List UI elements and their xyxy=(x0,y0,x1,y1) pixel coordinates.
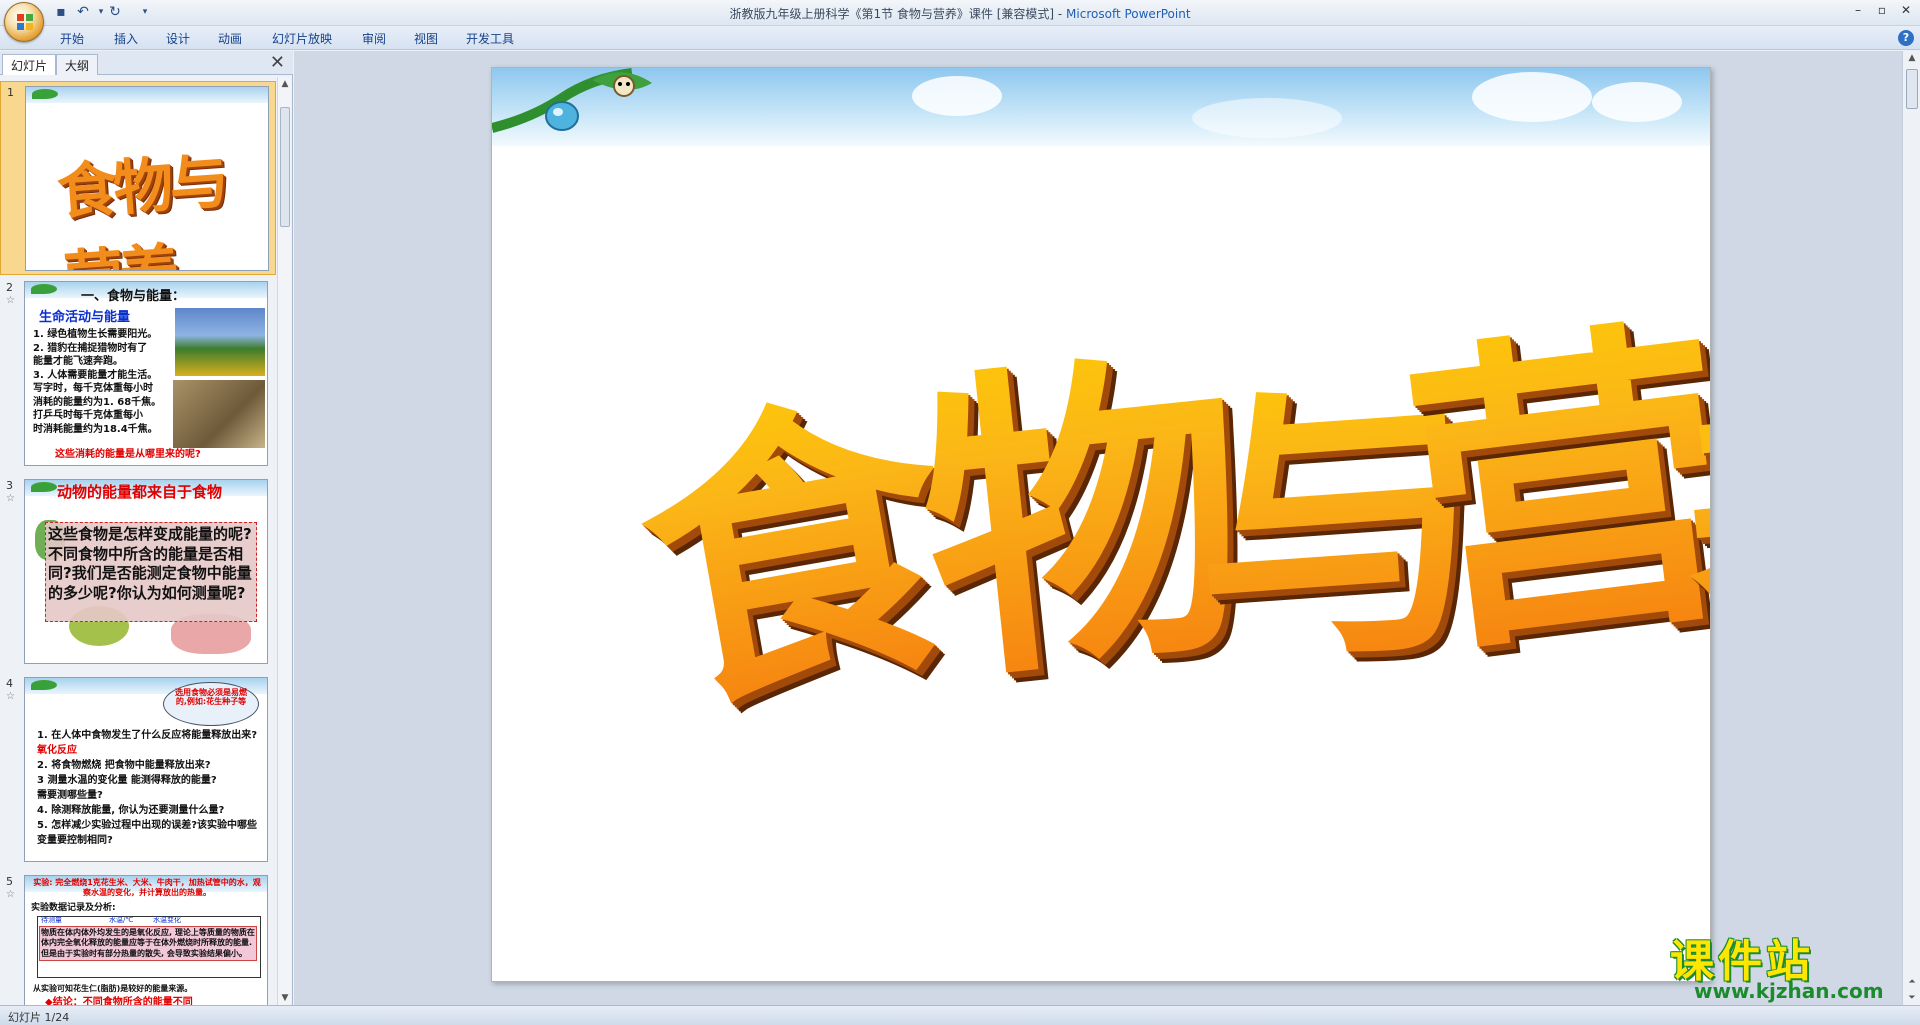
cheetah-photo xyxy=(173,380,265,448)
slide-counter: 幻灯片 1/24 xyxy=(8,1011,70,1024)
thumb-heading: 动物的能量都来自于食物 xyxy=(57,483,223,501)
thumb-top: 实验: 完全燃烧1克花生米、大米、牛肉干，加热试管中的水，观察水温的变化，并计算… xyxy=(33,878,261,897)
thumbnail-title: 食物与营养 xyxy=(55,146,228,270)
animation-star-icon: ☆ xyxy=(6,889,15,900)
thumbnail-image: 动物的能量都来自于食物 这些食物是怎样变成能量的呢?不同食物中所含的能量是否相同… xyxy=(24,479,268,664)
ribbon-tabs: 开始 插入 设计 动画 幻灯片放映 审阅 视图 开发工具 ? xyxy=(0,26,1920,50)
window-title: 浙教版九年级上册科学《第1节 食物与营养》课件 [兼容模式] - Microso… xyxy=(729,7,1191,21)
thumbnail-slide-5[interactable]: 5 ☆ 实验: 完全燃烧1克花生米、大米、牛肉干，加热试管中的水，观察水温的变化… xyxy=(0,871,276,1005)
restore-button[interactable]: ▫ xyxy=(1872,2,1892,20)
thumbnail-list: 1 食物与营养 2 ☆ 一、食物与能量： 生命活动与能量 1. 绿色植物生长需要… xyxy=(0,75,276,1005)
animation-star-icon: ☆ xyxy=(6,295,15,306)
thumb-subheading: 生命活动与能量 xyxy=(39,310,131,325)
previous-slide-icon[interactable]: ⏶ xyxy=(1903,975,1920,989)
slide-number: 4 xyxy=(6,677,13,690)
slide-title[interactable]: 食食食食食食物物物物物物与与与与与与营营营营营营养养养养养养 xyxy=(492,68,1710,981)
tab-insert[interactable]: 插入 xyxy=(114,30,138,47)
thumb-bubble: 选用食物必须是易燃的,例如:花生种子等 xyxy=(163,682,259,726)
thumbnail-image: 选用食物必须是易燃的,例如:花生种子等 1. 在人体中食物发生了什么反应将能量释… xyxy=(24,677,268,862)
status-bar: 幻灯片 1/24 xyxy=(0,1005,1920,1025)
thumb-box: 物质在体内体外均发生的是氧化反应, 理论上等质量的物质在体内完全氧化释放的能量应… xyxy=(39,926,257,962)
thumbnail-slide-1[interactable]: 1 食物与营养 xyxy=(0,81,276,275)
watermark-url: www.kjzhan.com xyxy=(1694,979,1884,1003)
scroll-thumb[interactable] xyxy=(1906,69,1918,109)
tab-animations[interactable]: 动画 xyxy=(218,30,242,47)
pane-tabs: 幻灯片 大纲 ✕ xyxy=(0,51,293,75)
animation-star-icon: ☆ xyxy=(6,493,15,504)
tab-view[interactable]: 视图 xyxy=(414,30,438,47)
help-icon[interactable]: ? xyxy=(1898,30,1914,46)
close-button[interactable]: ✕ xyxy=(1896,2,1916,20)
slide-number: 2 xyxy=(6,281,13,294)
tab-outline[interactable]: 大纲 xyxy=(56,54,99,75)
slides-pane: 幻灯片 大纲 ✕ 1 食物与营养 2 ☆ 一、食物与能量： 生命活动与能量 1. xyxy=(0,51,293,1005)
thumb-heading: 一、食物与能量： xyxy=(81,289,186,304)
animation-star-icon: ☆ xyxy=(6,691,15,702)
thumbnail-scrollbar[interactable]: ▲ ▼ xyxy=(277,77,291,1005)
tab-slideshow[interactable]: 幻灯片放映 xyxy=(272,30,332,47)
thumb-conclusion: ◆结论：不同食物所含的能量不同 xyxy=(45,997,193,1005)
editor-scrollbar[interactable]: ▲ ⏶ ⏷ xyxy=(1902,51,1920,1005)
slide-number: 1 xyxy=(7,86,14,99)
office-button[interactable] xyxy=(4,2,44,42)
scroll-up-icon[interactable]: ▲ xyxy=(1903,51,1920,65)
office-logo-icon xyxy=(17,14,33,30)
minimize-button[interactable]: – xyxy=(1848,2,1868,20)
tab-review[interactable]: 审阅 xyxy=(362,30,386,47)
scroll-thumb[interactable] xyxy=(280,107,290,227)
thumb-footer: 这些消耗的能量是从哪里来的呢? xyxy=(55,449,201,460)
thumbnail-image: 一、食物与能量： 生命活动与能量 1. 绿色植物生长需要阳光。 2. 猎豹在捕捉… xyxy=(24,281,268,466)
close-pane-icon[interactable]: ✕ xyxy=(270,52,285,73)
thumbnail-slide-2[interactable]: 2 ☆ 一、食物与能量： 生命活动与能量 1. 绿色植物生长需要阳光。 2. 猎… xyxy=(0,277,276,473)
thumbnail-image: 实验: 完全燃烧1克花生米、大米、牛肉干，加热试管中的水，观察水温的变化，并计算… xyxy=(24,875,268,1005)
slide-number: 5 xyxy=(6,875,13,888)
next-slide-icon[interactable]: ⏷ xyxy=(1903,991,1920,1005)
thumbnail-slide-4[interactable]: 4 ☆ 选用食物必须是易燃的,例如:花生种子等 1. 在人体中食物发生了什么反应… xyxy=(0,673,276,869)
thumbnail-image: 食物与营养 xyxy=(25,86,269,271)
current-slide[interactable]: 食食食食食食物物物物物物与与与与与与营营营营营营养养养养养养 xyxy=(491,67,1711,982)
thumbnail-slide-3[interactable]: 3 ☆ 动物的能量都来自于食物 这些食物是怎样变成能量的呢?不同食物中所含的能量… xyxy=(0,475,276,671)
title-glyph: 营 xyxy=(1380,215,1710,714)
slide-number: 3 xyxy=(6,479,13,492)
scroll-up-icon[interactable]: ▲ xyxy=(278,77,292,91)
tab-home[interactable]: 开始 xyxy=(60,30,84,47)
thumb-label: 实验数据记录及分析: xyxy=(31,903,116,913)
tab-developer[interactable]: 开发工具 xyxy=(466,30,514,47)
tab-design[interactable]: 设计 xyxy=(166,30,190,47)
scroll-down-icon[interactable]: ▼ xyxy=(278,991,292,1005)
sunflower-photo xyxy=(175,308,265,376)
tab-slides[interactable]: 幻灯片 xyxy=(2,54,57,75)
thumb-foot: 从实验可知花生仁(脂肪)是较好的能量来源。 xyxy=(33,984,193,993)
thumb-text: 这些食物是怎样变成能量的呢?不同食物中所含的能量是否相同?我们是否能测定食物中能… xyxy=(45,522,257,622)
title-bar: ▪ ↶ ▾ ↻ ▾ 浙教版九年级上册科学《第1节 食物与营养》课件 [兼容模式]… xyxy=(0,0,1920,42)
watermark-logo: 课件站 www.kjzhan.com xyxy=(1660,925,1900,1005)
